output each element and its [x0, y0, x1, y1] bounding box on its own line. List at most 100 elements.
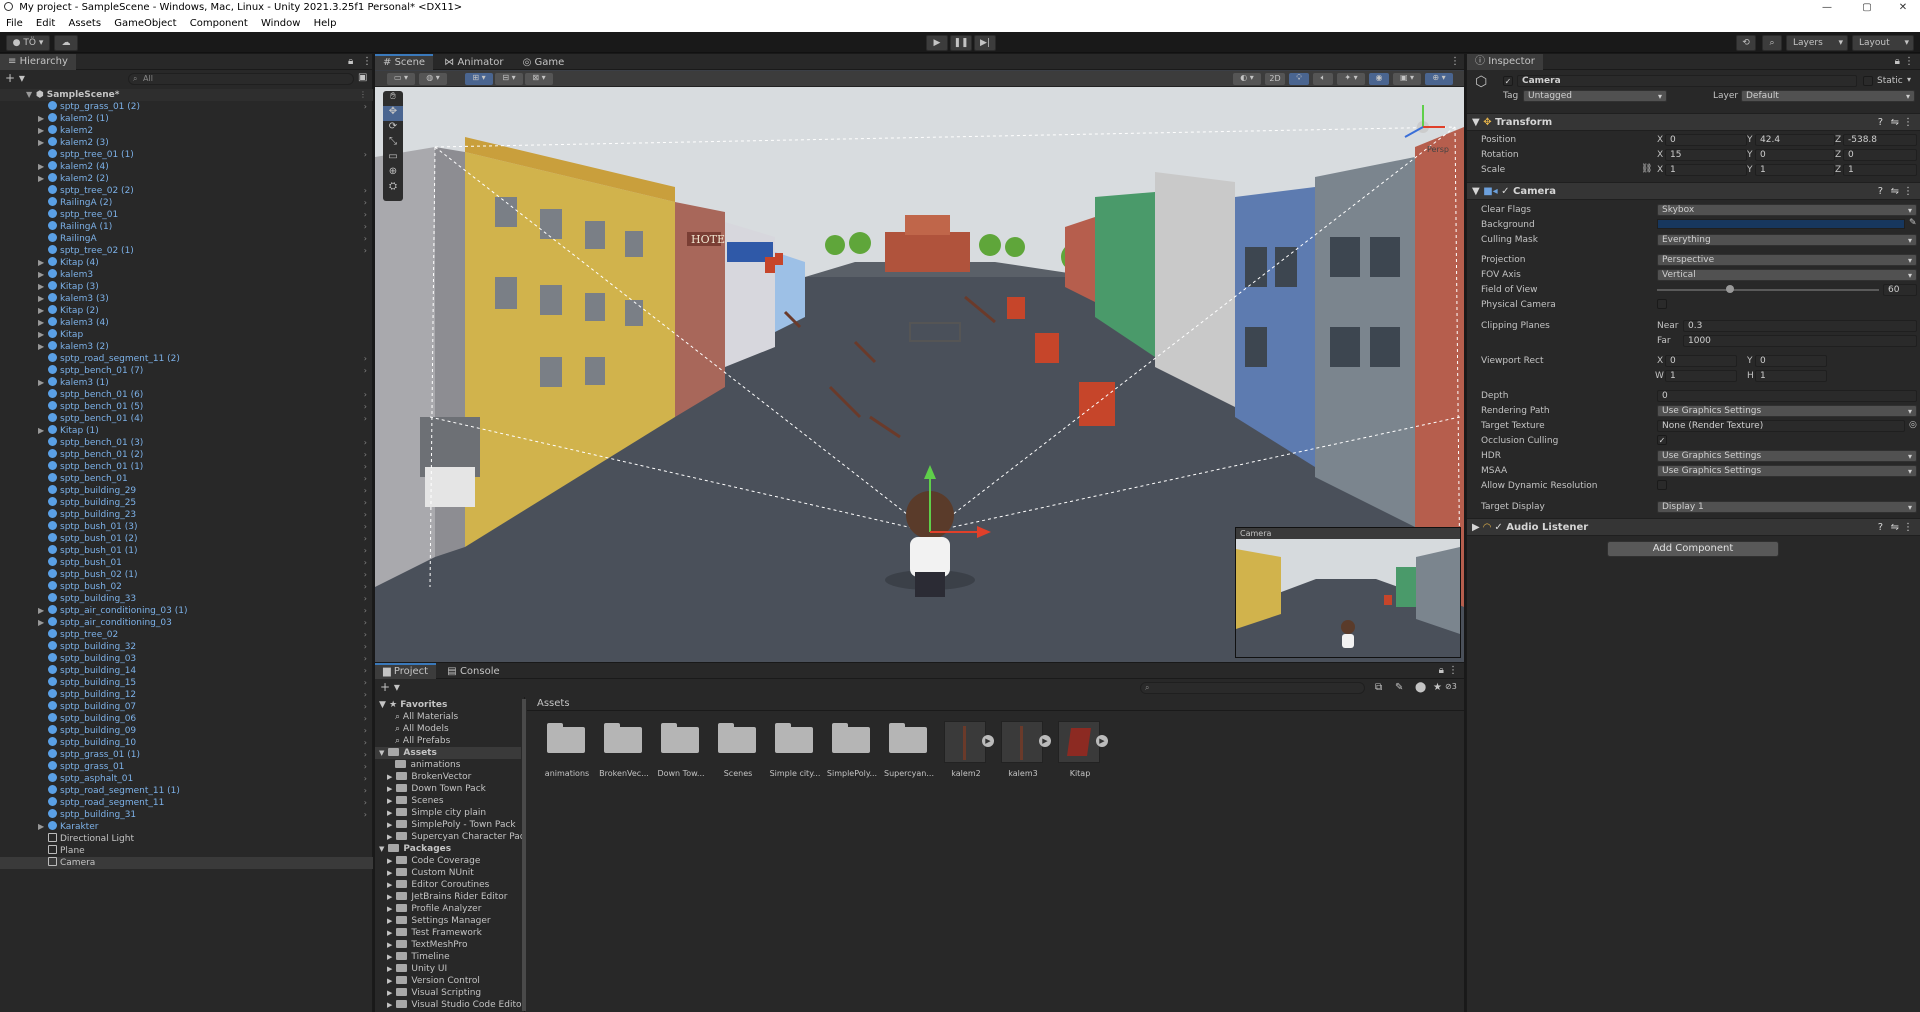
menu-gameobject[interactable]: GameObject [114, 18, 176, 29]
layout-dropdown[interactable]: Layout ▾ [1852, 35, 1914, 51]
expand-arrow-icon[interactable]: ▶ [38, 377, 48, 389]
hierarchy-item[interactable]: ▶ kalem3 (4) [0, 317, 373, 329]
search-button[interactable]: ⌕ [1762, 35, 1782, 51]
render-dropdown[interactable]: ◍ ▾ [419, 73, 447, 85]
effects-dropdown[interactable]: ✦ ▾ [1337, 73, 1365, 85]
hierarchy-item[interactable]: ▶ kalem2 [0, 125, 373, 137]
close-icon[interactable]: ✕ [1886, 0, 1920, 16]
add-icon[interactable]: + ▾ [380, 681, 400, 693]
eyedropper-icon[interactable]: ✎ [1909, 218, 1917, 228]
hierarchy-item[interactable]: sptp_tree_01 › [0, 209, 373, 221]
more-icon[interactable]: ⋮ [362, 54, 372, 70]
hierarchy-item[interactable]: sptp_bench_01 (1) › [0, 461, 373, 473]
hierarchy-item[interactable]: Directional Light [0, 833, 373, 845]
assets-root[interactable]: ▼ Assets [375, 747, 521, 759]
asset-folder-item[interactable]: ▶ Simple city plain [387, 807, 486, 819]
asset-folder-item[interactable]: ▶ Scenes [387, 795, 444, 807]
favorite-icon[interactable]: ★ [1433, 682, 1442, 693]
expand-prefab-icon[interactable]: ▶ [1039, 735, 1051, 747]
object-picker-icon[interactable]: ◎ [1909, 420, 1917, 430]
shading-button[interactable]: ◐ ▾ [1233, 73, 1261, 85]
expand-arrow-icon[interactable]: ▶ [38, 293, 48, 305]
expand-arrow-icon[interactable] [387, 761, 391, 769]
hierarchy-item[interactable]: sptp_building_10 › [0, 737, 373, 749]
package-item[interactable]: ▶ Timeline [387, 951, 450, 963]
hierarchy-item[interactable]: ▶ Kitap (2) [0, 305, 373, 317]
physical-camera-checkbox[interactable] [1657, 299, 1667, 309]
hierarchy-item[interactable]: sptp_building_07 › [0, 701, 373, 713]
asset-folder-item[interactable]: ▶ Down Town Pack [387, 783, 486, 795]
hierarchy-item[interactable]: sptp_building_09 › [0, 725, 373, 737]
tab-scene[interactable]: # Scene [375, 54, 434, 70]
favorite-item[interactable]: ⌕ All Models [395, 723, 449, 735]
packages-root[interactable]: ▼ Packages [379, 843, 451, 855]
asset-folder-item[interactable]: animations [387, 759, 460, 771]
package-item[interactable]: ▶ Code Coverage [387, 855, 480, 867]
hierarchy-item[interactable]: ▶ kalem2 (4) [0, 161, 373, 173]
prefab-open-icon[interactable]: › [364, 509, 367, 521]
depth-input[interactable]: 0 [1657, 390, 1917, 402]
expand-arrow-icon[interactable]: ▶ [38, 425, 48, 437]
audio-listener-enabled-checkbox[interactable]: ✓ [1494, 522, 1506, 533]
expand-arrow-icon[interactable]: ▶ [387, 965, 392, 973]
hierarchy-item[interactable]: ▶ kalem3 (1) [0, 377, 373, 389]
prefab-open-icon[interactable]: › [364, 809, 367, 821]
move-tool-icon[interactable]: ✥ [383, 106, 403, 121]
expand-arrow-icon[interactable]: ▶ [38, 617, 48, 629]
menu-help[interactable]: Help [314, 18, 337, 29]
hierarchy-item[interactable]: ▶ Karakter [0, 821, 373, 833]
hierarchy-item[interactable]: sptp_bench_01 (7) › [0, 365, 373, 377]
prefab-open-icon[interactable]: › [364, 221, 367, 233]
hidden-packages-icon[interactable]: ⊘3 [1445, 682, 1457, 691]
hierarchy-item[interactable]: sptp_building_33 › [0, 593, 373, 605]
history-button[interactable]: ⟲ [1736, 35, 1756, 51]
prefab-open-icon[interactable]: › [364, 725, 367, 737]
fov-input[interactable]: 60 [1883, 284, 1917, 296]
rot-z-label[interactable]: Z [1835, 150, 1841, 160]
hierarchy-item[interactable]: sptp_building_15 › [0, 677, 373, 689]
hierarchy-item[interactable]: sptp_asphalt_01 › [0, 773, 373, 785]
expand-arrow-icon[interactable]: ▶ [38, 257, 48, 269]
menu-assets[interactable]: Assets [68, 18, 101, 29]
prefab-open-icon[interactable]: › [364, 533, 367, 545]
asset-tile[interactable]: ▶ kalem3 [995, 721, 1051, 781]
tag-dropdown[interactable]: Untagged [1523, 90, 1667, 102]
audio-toggle[interactable]: 🔈︎ [1313, 73, 1333, 85]
more-icon[interactable]: ⋮ [1904, 54, 1914, 70]
expand-arrow-icon[interactable]: ▶ [38, 269, 48, 281]
object-name-input[interactable]: Camera [1517, 75, 1857, 87]
expand-arrow-icon[interactable]: ▶ [387, 797, 392, 805]
dynamic-resolution-checkbox[interactable] [1657, 480, 1667, 490]
prefab-open-icon[interactable]: › [364, 353, 367, 365]
expand-arrow-icon[interactable]: ▼ [1472, 186, 1480, 197]
rot-x-label[interactable]: X [1657, 150, 1663, 160]
play-button[interactable]: ▶ [926, 35, 948, 51]
prefab-open-icon[interactable]: › [364, 593, 367, 605]
hierarchy-item[interactable]: sptp_road_segment_11 › [0, 797, 373, 809]
expand-arrow-icon[interactable]: ▶ [387, 857, 392, 865]
viewport-h-input[interactable]: 1 [1755, 370, 1827, 382]
expand-arrow-icon[interactable]: ▶ [1472, 522, 1480, 533]
expand-arrow-icon[interactable]: ▶ [387, 1001, 392, 1009]
hierarchy-item[interactable]: sptp_bench_01 (4) › [0, 413, 373, 425]
hierarchy-item[interactable]: Plane [0, 845, 373, 857]
prefab-open-icon[interactable]: › [364, 581, 367, 593]
expand-arrow-icon[interactable]: ▶ [38, 281, 48, 293]
add-component-button[interactable]: Add Component [1607, 541, 1779, 557]
rotation-x-input[interactable]: 15 [1665, 149, 1747, 161]
expand-arrow-icon[interactable]: ▶ [38, 341, 48, 353]
fov-axis-dropdown[interactable]: Vertical [1657, 269, 1917, 281]
hierarchy-item[interactable]: sptp_bench_01 (6) › [0, 389, 373, 401]
layer-dropdown[interactable]: Default [1741, 90, 1915, 102]
expand-arrow-icon[interactable]: ▶ [387, 809, 392, 817]
hdr-dropdown[interactable]: Use Graphics Settings [1657, 450, 1917, 462]
transform-tool-icon[interactable]: ⊕ [383, 166, 403, 181]
expand-arrow-icon[interactable]: ▶ [387, 893, 392, 901]
breadcrumb-assets[interactable]: Assets [537, 698, 570, 709]
favorite-item[interactable]: ⌕ All Materials [395, 711, 458, 723]
favorites-header[interactable]: ▼ ★ Favorites [379, 699, 447, 711]
hierarchy-item[interactable]: sptp_building_31 › [0, 809, 373, 821]
pause-button[interactable]: ❚❚ [950, 35, 972, 51]
prefab-open-icon[interactable]: › [364, 473, 367, 485]
hierarchy-item[interactable]: ▶ sptp_air_conditioning_03 (1) › [0, 605, 373, 617]
